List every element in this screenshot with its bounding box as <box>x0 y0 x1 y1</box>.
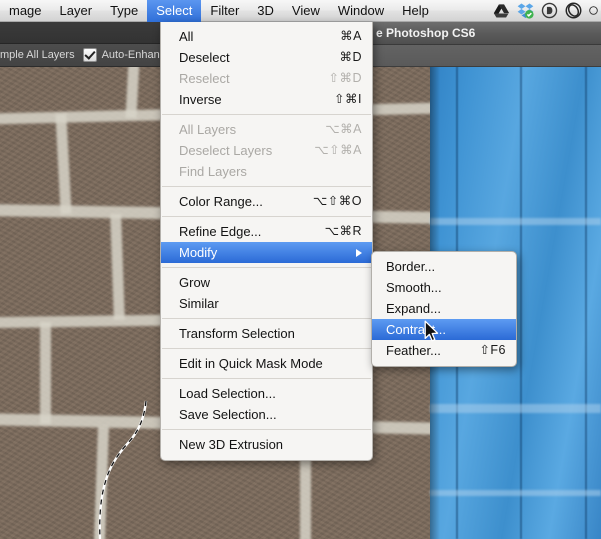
menubar-item-view[interactable]: View <box>283 0 329 22</box>
google-drive-icon[interactable] <box>493 2 510 19</box>
menu-bar-tray[interactable] <box>493 2 601 19</box>
menubar-item-layer[interactable]: Layer <box>51 0 102 22</box>
menu-item-label: Deselect <box>179 47 230 68</box>
menubar-item-image[interactable]: mage <box>0 0 51 22</box>
menubar-item-help[interactable]: Help <box>393 0 438 22</box>
menu-item-label: Reselect <box>179 68 230 89</box>
menu-item-label: Border... <box>386 256 435 277</box>
options-bar-upper <box>0 22 178 44</box>
menu-item-shortcut: ⇧⌘D <box>312 68 362 89</box>
menu-separator <box>162 318 371 319</box>
submenu-item-feather[interactable]: Feather... ⇧F6 <box>372 340 516 361</box>
menu-item-find-layers: Find Layers <box>161 161 372 182</box>
menu-item-deselect[interactable]: Deselect ⌘D <box>161 47 372 68</box>
menu-item-shortcut: ⇧⌘I <box>318 89 362 110</box>
menu-item-label: Refine Edge... <box>179 221 261 242</box>
door-rail <box>430 218 601 225</box>
document-tab-bar <box>370 45 601 67</box>
mac-menu-bar[interactable]: mage Layer Type Select Filter 3D View Wi… <box>0 0 601 22</box>
menu-separator <box>162 216 371 217</box>
menu-separator <box>162 114 371 115</box>
menu-item-label: New 3D Extrusion <box>179 434 283 455</box>
menu-item-shortcut: ⌘D <box>323 47 362 68</box>
submenu-item-border[interactable]: Border... <box>372 256 516 277</box>
menu-item-shortcut: ⌥⌘R <box>309 221 362 242</box>
menu-item-label: Expand... <box>386 298 441 319</box>
door-rail <box>430 404 601 413</box>
menu-item-label: All Layers <box>179 119 236 140</box>
submenu-item-expand[interactable]: Expand... <box>372 298 516 319</box>
menu-item-save-selection[interactable]: Save Selection... <box>161 404 372 425</box>
submenu-item-smooth[interactable]: Smooth... <box>372 277 516 298</box>
menu-item-load-selection[interactable]: Load Selection... <box>161 383 372 404</box>
menu-item-shortcut: ⌥⇧⌘O <box>297 191 362 212</box>
app-title: e Photoshop CS6 <box>376 26 475 40</box>
door-slat <box>585 58 587 539</box>
modify-submenu[interactable]: Border...Smooth...Expand...Contract...Fe… <box>371 251 517 367</box>
menubar-item-type[interactable]: Type <box>101 0 147 22</box>
menu-extra-icon[interactable] <box>589 2 598 19</box>
menu-item-label: Modify <box>179 242 217 263</box>
menu-item-similar[interactable]: Similar <box>161 293 372 314</box>
dropbox-icon[interactable] <box>517 2 534 19</box>
menu-item-modify[interactable]: Modify <box>161 242 372 263</box>
menu-item-label: Save Selection... <box>179 404 277 425</box>
auto-enhance-checkbox[interactable] <box>83 48 97 62</box>
menu-item-label: Smooth... <box>386 277 442 298</box>
submenu-item-contract[interactable]: Contract... <box>372 319 516 340</box>
menu-item-label: Grow <box>179 272 210 293</box>
menu-item-label: Similar <box>179 293 219 314</box>
creative-cloud-icon[interactable] <box>565 2 582 19</box>
menu-item-new-3d-extrusion[interactable]: New 3D Extrusion <box>161 434 372 455</box>
menu-item-deselect-layers: Deselect Layers ⌥⇧⌘A <box>161 140 372 161</box>
document-title-bar: e Photoshop CS6 <box>370 22 601 45</box>
sample-all-layers-label: mple All Layers <box>0 49 75 61</box>
menu-item-transform-selection[interactable]: Transform Selection <box>161 323 372 344</box>
menubar-item-select[interactable]: Select <box>147 0 201 22</box>
submenu-arrow-icon <box>356 249 362 257</box>
options-bar-controls[interactable]: mple All Layers Auto-Enhance <box>0 44 171 65</box>
mortar-line <box>40 322 51 424</box>
menu-item-refine-edge[interactable]: Refine Edge... ⌥⌘R <box>161 221 372 242</box>
menubar-item-3d[interactable]: 3D <box>248 0 283 22</box>
menu-item-inverse[interactable]: Inverse ⇧⌘I <box>161 89 372 110</box>
menu-item-reselect: Reselect ⇧⌘D <box>161 68 372 89</box>
menubar-item-window[interactable]: Window <box>329 0 393 22</box>
menu-extra-icon[interactable] <box>541 2 558 19</box>
menu-separator <box>162 429 371 430</box>
select-menu-dropdown[interactable]: All ⌘A Deselect ⌘D Reselect ⇧⌘D Inverse ⇧⌘I All … <box>160 22 373 461</box>
menu-item-label: Color Range... <box>179 191 263 212</box>
menu-item-color-range[interactable]: Color Range... ⌥⇧⌘O <box>161 191 372 212</box>
menu-item-shortcut: ⌥⇧⌘A <box>298 140 362 161</box>
menu-separator <box>162 348 371 349</box>
menu-item-shortcut: ⇧F6 <box>463 340 506 361</box>
menu-item-edit-in-quick-mask-mode[interactable]: Edit in Quick Mask Mode <box>161 353 372 374</box>
menu-item-label: Deselect Layers <box>179 140 272 161</box>
menu-item-grow[interactable]: Grow <box>161 272 372 293</box>
menu-item-label: Feather... <box>386 340 441 361</box>
menu-item-label: Contract... <box>386 319 446 340</box>
door-rail <box>430 490 601 496</box>
menu-separator <box>162 267 371 268</box>
menu-item-shortcut: ⌥⌘A <box>309 119 362 140</box>
menu-item-all[interactable]: All ⌘A <box>161 26 372 47</box>
menu-item-label: Edit in Quick Mask Mode <box>179 353 323 374</box>
menu-item-label: All <box>179 26 193 47</box>
door-slat <box>520 58 522 539</box>
menubar-item-filter[interactable]: Filter <box>201 0 248 22</box>
menu-separator <box>162 378 371 379</box>
menu-item-label: Load Selection... <box>179 383 276 404</box>
menu-item-label: Inverse <box>179 89 222 110</box>
menu-item-all-layers: All Layers ⌥⌘A <box>161 119 372 140</box>
menu-item-label: Find Layers <box>179 161 247 182</box>
menu-separator <box>162 186 371 187</box>
options-bar[interactable]: mple All Layers Auto-Enhance <box>0 22 178 67</box>
menu-item-label: Transform Selection <box>179 323 295 344</box>
menu-item-shortcut: ⌘A <box>324 26 362 47</box>
